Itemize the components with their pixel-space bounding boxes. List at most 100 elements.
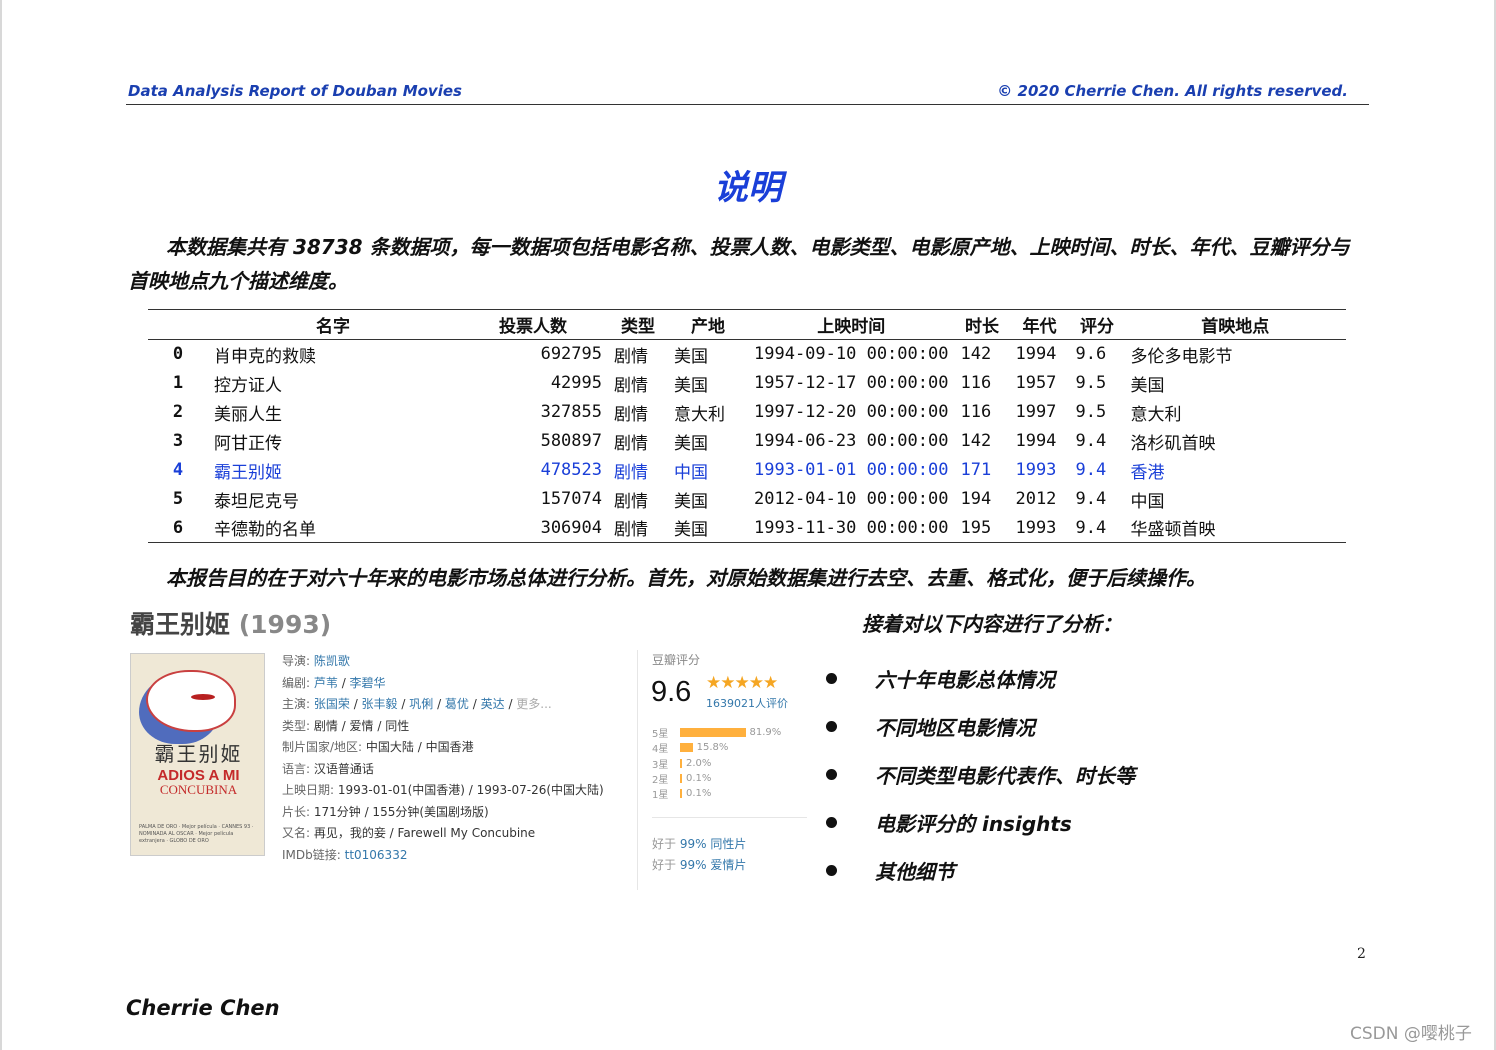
info-key: 主演: — [282, 697, 314, 711]
cell-region: 中国 — [674, 462, 708, 483]
author-name: Cherrie Chen — [126, 996, 280, 1020]
info-country-row: 制片国家/地区: 中国大陆 / 中国香港 — [282, 737, 604, 759]
header-left-title: Data Analysis Report of Douban Movies — [128, 82, 462, 100]
cell-date: 1957-12-17 00:00:00 — [754, 373, 949, 393]
cell-date: 1994-09-10 00:00:00 — [754, 344, 949, 365]
cell-place: 多伦多电影节 — [1130, 346, 1233, 367]
cell-votes: 42995 — [550, 373, 602, 393]
rating-bar — [680, 774, 682, 784]
cell-region: 美国 — [674, 375, 708, 396]
cell-score: 9.5 — [1075, 402, 1107, 422]
cell-place: 中国 — [1130, 491, 1165, 512]
rating-bar-percent: 2.0% — [686, 757, 712, 769]
cast-link[interactable]: 张国荣 — [314, 697, 350, 711]
cell-votes: 478523 — [540, 460, 602, 480]
page-title: 说明 — [714, 168, 782, 208]
cell-votes: 327855 — [540, 402, 602, 422]
info-key: 导演: — [282, 654, 314, 668]
info-key: 制片国家/地区: — [282, 740, 366, 754]
rating-votes-link[interactable]: 1639021人评价 — [706, 695, 788, 711]
better-than-link[interactable]: 99% 爱情片 — [680, 858, 747, 872]
poster-face-shape — [146, 670, 236, 732]
cast-link[interactable]: 英达 — [481, 697, 505, 711]
cast-link[interactable]: 张丰毅 — [362, 697, 398, 711]
cell-place: 意大利 — [1130, 404, 1182, 425]
rating-bar-label: 4星 — [652, 744, 669, 756]
aka-value: 再见，我的妾 / Farewell My Concubine — [313, 826, 536, 840]
info-key: 片长: — [282, 804, 314, 819]
cell-name: 肖申克的救赎 — [214, 346, 316, 367]
rating-bar-percent: 0.1% — [686, 788, 712, 800]
rating-bar — [680, 743, 693, 753]
cell-type: 剧情 — [614, 433, 648, 454]
cell-length: 116 — [960, 373, 992, 393]
info-release-row: 上映日期: 1993-01-01(中国香港) / 1993-07-26(中国大陆… — [282, 780, 604, 802]
writer-link[interactable]: 芦苇 — [314, 676, 338, 690]
rating-bar-label: 2星 — [652, 775, 669, 787]
separator: / — [433, 697, 445, 711]
cell-date: 1993-01-01 00:00:00 — [754, 460, 949, 480]
cell-length: 142 — [960, 431, 992, 451]
cell-year: 1993 — [1015, 517, 1057, 538]
cell-name: 美丽人生 — [214, 404, 282, 425]
bullet-icon — [826, 816, 837, 828]
bullet-icon — [826, 720, 837, 732]
better-than-link[interactable]: 99% 同性片 — [680, 837, 747, 851]
cell-year: 1994 — [1015, 431, 1057, 451]
bullet-icon — [826, 864, 837, 876]
cell-name: 霸王别姬 — [214, 462, 282, 483]
rating-bar-percent: 0.1% — [686, 773, 712, 785]
cell-year: 1993 — [1015, 460, 1057, 480]
separator: / — [349, 697, 362, 711]
header-type: 类型 — [621, 317, 655, 337]
page-number: 2 — [1357, 946, 1366, 962]
header-score: 评分 — [1079, 317, 1114, 337]
cell-type: 剧情 — [614, 404, 648, 425]
better-than: 好于 99% 同性片 好于 99% 爱情片 — [652, 834, 746, 876]
movie-info: 导演: 陈凯歌 编剧: 芦苇 / 李碧华 主演: 张国荣 / 张丰毅 / 巩俐 … — [282, 651, 604, 866]
imdb-link[interactable]: tt0106332 — [345, 848, 408, 862]
analysis-points: 六十年电影总体情况 不同地区电影情况 不同类型电影代表作、时长等 电影评分的 i… — [826, 654, 1135, 894]
writer-link[interactable]: 李碧华 — [350, 676, 386, 690]
info-imdb-row: IMDb链接: tt0106332 — [282, 845, 604, 867]
language-value: 汉语普通话 — [313, 761, 374, 776]
movie-poster: 霸王别姬 ADIOS A MI CONCUBINA PALMA DE ORO ·… — [130, 653, 265, 856]
cell-score: 9.6 — [1075, 344, 1107, 365]
cell-votes: 692795 — [540, 344, 602, 365]
cell-votes: 580897 — [540, 431, 602, 451]
rating-bar — [680, 758, 682, 768]
bullet-icon — [826, 672, 837, 684]
header-year: 年代 — [1022, 317, 1057, 337]
cell-type: 剧情 — [614, 346, 648, 367]
genre-value: 剧情 / 爱情 / 同性 — [313, 718, 410, 733]
cell-type: 剧情 — [614, 491, 648, 512]
rating-bar-percent: 15.8% — [696, 742, 729, 754]
director-link[interactable]: 陈凯歌 — [314, 654, 350, 668]
table-row: 3 阿甘正传 580897 剧情 美国 1994-06-23 00:00:00 142 199… — [148, 427, 1346, 456]
rating-bar-row: 4星 15.8% — [652, 740, 781, 755]
cell-region: 美国 — [674, 520, 708, 541]
cell-length: 195 — [960, 517, 992, 538]
cast-link[interactable]: 巩俐 — [409, 697, 433, 711]
movie-title: 霸王别姬 — [130, 610, 231, 639]
watermark: CSDN @嘤桃子 — [1350, 1024, 1472, 1044]
analysis-point-text: 不同地区电影情况 — [875, 715, 1035, 740]
cell-place: 洛杉矶首映 — [1130, 433, 1216, 454]
poster-eye-shape — [191, 694, 215, 700]
header-index — [148, 310, 208, 340]
cast-link[interactable]: 葛优 — [445, 697, 469, 711]
rating-bar-label: 1星 — [652, 790, 669, 802]
cell-votes: 306904 — [540, 517, 602, 538]
rating-label: 豆瓣评分 — [652, 653, 701, 667]
info-key: IMDb链接: — [282, 847, 345, 862]
rating-distribution: 5星 81.9% 4星 15.8% 3星 2.0% 2星 0.1% 1星 0.1% — [652, 725, 781, 801]
cell-length: 142 — [960, 344, 992, 365]
analysis-point: 不同地区电影情况 — [826, 702, 1135, 750]
card-divider — [637, 650, 638, 890]
table-row: 4 霸王别姬 478523 剧情 中国 1993-01-01 00:00:00 171 199… — [148, 456, 1346, 485]
rating-bar-row: 5星 81.9% — [652, 725, 781, 740]
cell-date: 1997-12-20 00:00:00 — [754, 402, 949, 422]
rating-bar-row: 3星 2.0% — [652, 756, 781, 771]
cast-more-link[interactable]: 更多... — [516, 697, 551, 711]
separator: / — [337, 675, 350, 690]
